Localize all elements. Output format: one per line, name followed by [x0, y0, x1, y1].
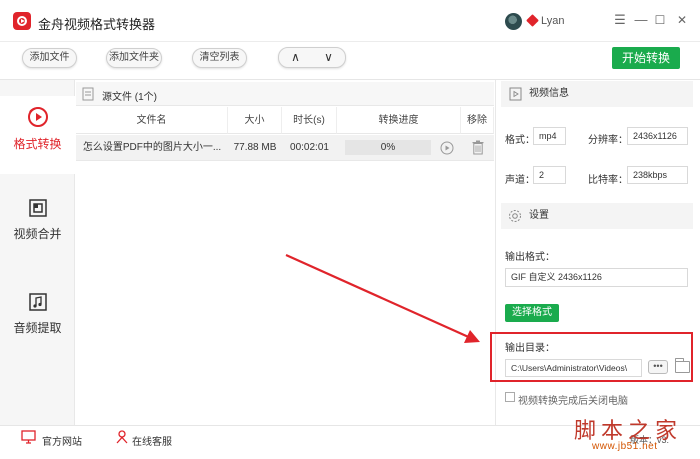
start-convert-button[interactable]: 开始转换 — [612, 47, 680, 69]
nav-label: 格式转换 — [13, 137, 62, 151]
shutdown-label: 视频转换完成后关闭电脑 — [518, 396, 628, 407]
browse-button[interactable]: ••• — [648, 360, 668, 374]
online-support-link[interactable]: 在线客服 — [132, 433, 172, 448]
trash-icon[interactable] — [472, 140, 484, 155]
format-convert-icon — [27, 107, 48, 127]
support-icon — [116, 430, 128, 444]
annotation-arrow — [285, 253, 480, 343]
maximize-icon[interactable]: ☐ — [652, 12, 668, 28]
col-header-duration: 时长(s) — [282, 107, 337, 134]
play-icon[interactable] — [440, 141, 454, 155]
menu-icon[interactable]: ☰ — [612, 12, 628, 28]
video-info-icon — [509, 87, 522, 101]
bitrate-value: 238kbps — [627, 166, 688, 184]
app-title: 金舟视频格式转换器 — [38, 17, 156, 32]
nav-item-audio-extract[interactable]: 音频提取 — [0, 292, 75, 352]
watermark-url: www.jb51.net — [592, 441, 658, 452]
move-down-button[interactable]: ∨ — [312, 48, 345, 67]
clear-list-button[interactable]: 清空列表 — [192, 48, 247, 68]
official-website-link[interactable]: 官方网站 — [42, 433, 82, 448]
nav-item-format-convert[interactable]: 格式转换 — [0, 96, 75, 174]
audio-extract-icon — [28, 293, 47, 311]
output-dir-field[interactable]: C:\Users\Administrator\Videos\ — [505, 359, 642, 377]
sidebar: 格式转换 视频合并 音频提取 — [0, 80, 75, 425]
table-row-size: 77.88 MB — [228, 135, 282, 161]
format-value: mp4 — [533, 127, 566, 145]
username[interactable]: Lyan — [541, 15, 564, 27]
add-folder-button[interactable]: 添加文件夹 — [106, 48, 162, 68]
user-avatar[interactable] — [505, 13, 522, 30]
gear-icon — [509, 210, 521, 222]
move-up-button[interactable]: ∧ — [279, 48, 312, 67]
channels-label: 声道： — [505, 175, 535, 186]
file-icon — [82, 87, 94, 101]
shutdown-checkbox[interactable] — [505, 392, 515, 402]
output-format-label: 输出格式： — [505, 252, 555, 263]
settings-header: 设置 — [501, 203, 693, 229]
col-header-progress: 转换进度 — [337, 107, 461, 134]
col-header-remove: 移除 — [461, 107, 494, 134]
resolution-label: 分辨率： — [588, 135, 628, 146]
output-format-field[interactable]: GIF 自定义 2436x1126 — [505, 268, 688, 287]
resolution-value: 2436x1126 — [627, 127, 688, 145]
table-row-duration: 00:02:01 — [282, 135, 337, 161]
output-dir-label: 输出目录： — [505, 343, 555, 354]
close-icon[interactable]: ✕ — [674, 12, 690, 28]
settings-title: 设置 — [529, 210, 549, 221]
video-info-title: 视频信息 — [529, 88, 569, 99]
table-row-filename[interactable]: 怎么设置PDF中的图片大小一... — [76, 135, 228, 161]
folder-icon[interactable] — [675, 358, 690, 373]
reorder-group: ∧ ∨ — [278, 47, 346, 68]
monitor-icon — [21, 430, 36, 444]
nav-label: 视频合并 — [13, 227, 62, 241]
col-header-size: 大小 — [228, 107, 282, 134]
app-logo-icon — [13, 12, 31, 30]
toolbar — [0, 42, 700, 80]
choose-format-button[interactable]: 选择格式 — [505, 304, 559, 322]
bitrate-label: 比特率： — [588, 175, 628, 186]
source-files-title: 源文件 (1个) — [102, 92, 157, 103]
video-merge-icon — [28, 199, 47, 217]
nav-item-video-merge[interactable]: 视频合并 — [0, 198, 75, 258]
col-header-name: 文件名 — [76, 107, 228, 134]
progress-text: 0% — [380, 142, 396, 153]
minimize-icon[interactable]: — — [633, 12, 649, 28]
progress-bar: 0% — [345, 140, 431, 155]
channels-value: 2 — [533, 166, 566, 184]
video-info-header: 视频信息 — [501, 81, 693, 107]
add-file-button[interactable]: 添加文件 — [22, 48, 77, 68]
nav-label: 音频提取 — [13, 321, 62, 335]
format-label: 格式： — [505, 135, 535, 146]
source-files-header: 源文件 (1个) — [76, 82, 494, 106]
